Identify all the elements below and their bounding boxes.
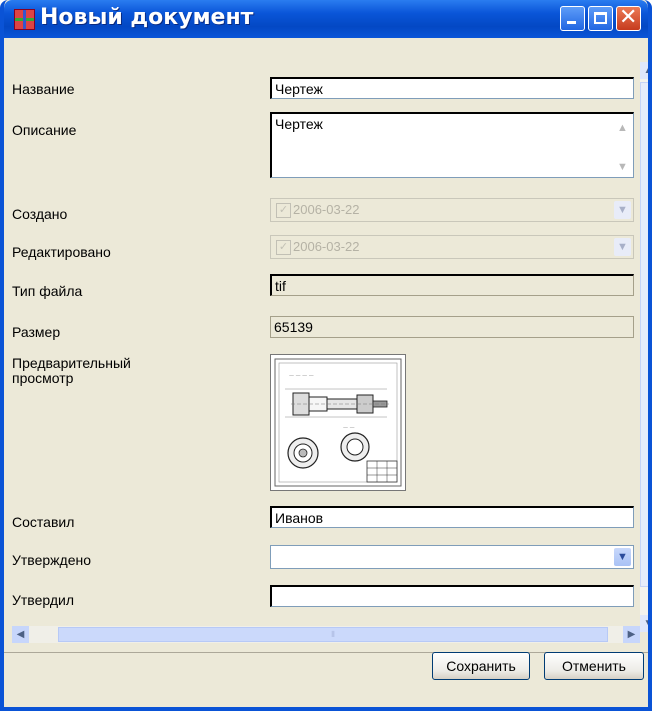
window-title: Новый документ — [40, 5, 254, 30]
svg-text:— —: — — — [343, 425, 355, 431]
created-label: Создано — [12, 206, 68, 222]
created-date-value: 2006-03-22 — [293, 202, 360, 217]
created-checkbox[interactable]: ✓ — [276, 203, 291, 218]
name-input[interactable]: Чертеж — [270, 77, 634, 99]
name-label: Название — [12, 81, 75, 97]
preview-image: — — — — — — — [270, 354, 406, 491]
description-label: Описание — [12, 122, 77, 138]
edited-date-value: 2006-03-22 — [293, 239, 360, 254]
scroll-left-icon[interactable]: ◀ — [12, 626, 29, 643]
chevron-up-icon: ▲ — [617, 122, 628, 134]
size-field: 65139 — [270, 316, 634, 338]
maximize-button[interactable] — [588, 6, 613, 31]
approver-input[interactable] — [270, 585, 634, 607]
svg-text:— — — —: — — — — — [289, 373, 314, 379]
size-label: Размер — [12, 324, 61, 340]
vertical-scrollbar[interactable]: ▲ ▼ — [640, 62, 648, 632]
file-type-label: Тип файла — [12, 283, 83, 299]
scroll-down-icon[interactable]: ▼ — [640, 615, 648, 632]
save-button[interactable]: Сохранить — [432, 652, 530, 680]
edited-date-picker[interactable]: ✓ 2006-03-22 ▼ — [270, 235, 634, 259]
horizontal-scroll-thumb[interactable]: ⦀ — [58, 627, 608, 642]
chevron-down-icon[interactable]: ▼ — [614, 238, 631, 256]
minimize-button[interactable] — [560, 6, 585, 31]
chevron-down-icon[interactable]: ▼ — [614, 548, 631, 566]
description-scrollbar[interactable]: ▲ ▼ — [617, 116, 631, 175]
close-icon: ✕ — [619, 5, 638, 30]
minimize-icon — [567, 21, 576, 24]
created-date-picker[interactable]: ✓ 2006-03-22 ▼ — [270, 198, 634, 222]
preview-label: Предварительный просмотр — [12, 355, 131, 386]
author-input[interactable]: Иванов — [270, 506, 634, 528]
chevron-down-icon[interactable]: ▼ — [614, 201, 631, 219]
edited-label: Редактировано — [12, 244, 111, 260]
vertical-scroll-thumb[interactable] — [640, 82, 648, 587]
drawing-thumbnail-icon: — — — — — — — [274, 358, 402, 487]
dialog-window: Новый документ ✕ Название Чертеж Описани… — [0, 0, 652, 711]
description-text: Чертеж — [275, 116, 323, 132]
approver-label: Утвердил — [12, 592, 74, 608]
cancel-button[interactable]: Отменить — [544, 652, 644, 680]
form-content: Название Чертеж Описание Чертеж ▲ ▼ Созда… — [4, 38, 648, 676]
chevron-down-icon: ▼ — [617, 161, 628, 173]
scroll-up-icon[interactable]: ▲ — [640, 62, 648, 79]
file-type-field: tif — [270, 274, 634, 296]
description-textarea[interactable]: Чертеж ▲ ▼ — [270, 112, 634, 178]
title-bar[interactable]: Новый документ ✕ — [4, 0, 648, 38]
author-label: Составил — [12, 514, 75, 530]
horizontal-scrollbar[interactable]: ◀ ⦀ ▶ — [12, 626, 640, 643]
scroll-right-icon[interactable]: ▶ — [623, 626, 640, 643]
edited-checkbox[interactable]: ✓ — [276, 240, 291, 255]
close-button[interactable]: ✕ — [616, 5, 641, 31]
maximize-icon — [594, 12, 607, 24]
app-icon — [14, 9, 35, 30]
approved-date-picker[interactable]: ▼ — [270, 545, 634, 569]
approved-date-label: Утверждено — [12, 552, 91, 568]
